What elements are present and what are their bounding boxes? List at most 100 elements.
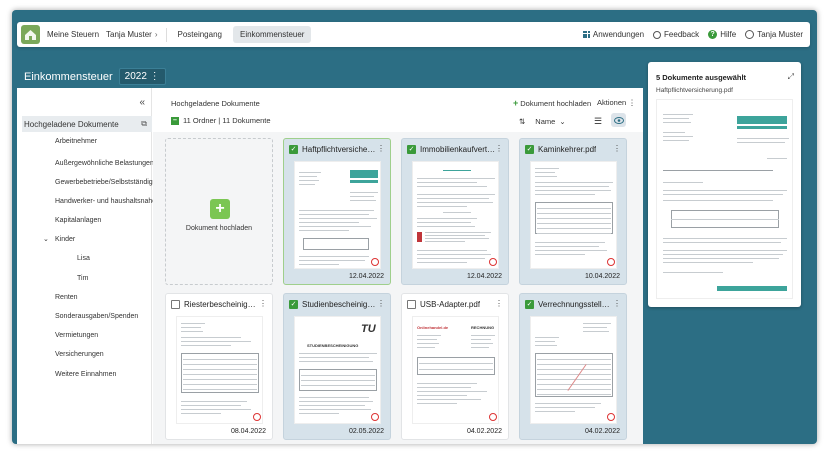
card-header: ✓ Immobilienkaufvertra...	[402, 139, 508, 159]
document-checkbox[interactable]: ✓	[525, 144, 534, 154]
section-title: Hochgeladene Dokumente	[171, 99, 260, 108]
upload-document-button[interactable]: + Dokument hochladen	[513, 98, 591, 108]
app-window: Meine Steuern Tanja Muster › Posteingang…	[12, 10, 817, 444]
document-card[interactable]: ✓ Verrechnungsstelle.pdf ⋮ 04.02.2022	[519, 293, 627, 440]
document-thumbnail: TU STUDIENBESCHEINIGUNG	[294, 316, 381, 424]
document-date: 04.02.2022	[466, 428, 502, 435]
help-button[interactable]: ? Hilfe	[708, 30, 736, 39]
top-navigation-bar: Meine Steuern Tanja Muster › Posteingang…	[17, 22, 810, 47]
breadcrumb-home[interactable]: Meine Steuern	[47, 30, 99, 39]
thumbnail-table	[417, 357, 495, 375]
sidebar-item[interactable]: Arbeitnehmer	[55, 133, 97, 149]
question-mark-icon: ?	[708, 30, 718, 39]
sort-label: Name	[535, 117, 556, 126]
sidebar-item[interactable]: Tim	[77, 270, 88, 286]
preview-toggle-button[interactable]	[611, 113, 626, 127]
card-header: ✓ Studienbescheinigun...	[284, 294, 390, 314]
year-selector[interactable]: 2022 ⋮	[118, 68, 166, 85]
more-options-icon[interactable]: ⋮	[495, 299, 503, 308]
collapse-sidebar-icon[interactable]: «	[139, 97, 145, 108]
feedback-label: Feedback	[664, 30, 700, 39]
document-checkbox[interactable]: ✓	[525, 299, 534, 309]
more-options-icon[interactable]: ⋮	[613, 299, 621, 308]
sidebar-item[interactable]: Gewerbebetriebe/Selbstständigk...	[55, 174, 162, 190]
document-checkbox[interactable]	[407, 299, 416, 309]
plus-icon: +	[513, 98, 519, 108]
sidebar-item[interactable]: Außergewöhnliche Belastungen	[55, 155, 154, 171]
list-view-icon[interactable]: ☰	[594, 116, 602, 127]
document-title: Studienbescheinigun...	[302, 299, 378, 309]
sidebar-item[interactable]: Renten	[55, 289, 78, 305]
tab-posteingang[interactable]: Posteingang	[171, 26, 229, 43]
sidebar-item[interactable]: Hochgeladene Dokumente ⧉	[22, 116, 152, 132]
sort-control[interactable]: ⇅ Name ⌄	[519, 117, 566, 126]
more-options-icon[interactable]: ⋮	[495, 144, 503, 153]
document-checkbox[interactable]: ✓	[407, 144, 416, 154]
more-options-icon[interactable]: ⋮	[613, 144, 621, 153]
shop-name: Onlinehandel.de	[417, 325, 449, 330]
upload-document-label: Dokument hochladen	[520, 98, 592, 108]
sidebar-item-label: Sonderausgaben/Spenden	[55, 312, 139, 320]
card-header: ✓ Kaminkehrer.pdf	[520, 139, 626, 159]
document-thumbnail: Onlinehandel.de RECHNUNG	[412, 316, 499, 424]
upload-dropzone[interactable]: + Dokument hochladen	[165, 138, 273, 285]
document-card[interactable]: ✓ Haftpflichtversicherun... ⋮ 12.04.2022	[283, 138, 391, 285]
document-checkbox[interactable]	[171, 299, 180, 309]
document-checkbox[interactable]: ✓	[289, 144, 298, 154]
document-title: Kaminkehrer.pdf	[538, 144, 597, 154]
pdf-stamp-icon	[489, 258, 497, 266]
breadcrumb-user[interactable]: Tanja Muster	[106, 30, 152, 39]
app-logo[interactable]	[21, 25, 40, 44]
document-date: 08.04.2022	[230, 428, 266, 435]
sidebar-item[interactable]: Sonderausgaben/Spenden	[55, 308, 138, 324]
sidebar-item[interactable]: Lisa	[77, 250, 90, 266]
sidebar-item[interactable]: Kapitalanlagen	[55, 212, 101, 228]
thumbnail-table	[303, 238, 369, 250]
document-card[interactable]: ✓ Kaminkehrer.pdf ⋮ 10.04.2022	[519, 138, 627, 285]
document-date: 04.02.2022	[584, 428, 620, 435]
apps-label: Anwendungen	[592, 30, 645, 39]
document-checkbox[interactable]: ✓	[289, 299, 298, 309]
sidebar-item[interactable]: Versicherungen	[55, 346, 104, 362]
invoice-heading: RECHNUNG	[471, 325, 495, 330]
expand-icon[interactable]: ⤢	[788, 72, 794, 82]
documents-area: Hochgeladene Dokumente + Dokument hochla…	[153, 88, 643, 444]
document-card[interactable]: ✓ Studienbescheinigun... ⋮ TU STUDIENBESCHEI…	[283, 293, 391, 440]
sidebar-item-label: Renten	[55, 293, 78, 301]
sidebar-item-label: Handwerker- und haushaltsnahe ...	[55, 197, 164, 205]
card-header: ✓ Verrechnungsstelle.pdf	[520, 294, 626, 314]
more-options-icon[interactable]: ⋮	[377, 299, 385, 308]
sidebar-item[interactable]: Vermietungen	[55, 327, 98, 343]
preview-title: 5 Dokumente ausgewählt	[656, 73, 747, 82]
documents-toolbar: Hochgeladene Dokumente + Dokument hochla…	[153, 88, 643, 132]
actions-label: Aktionen	[597, 98, 627, 107]
sidebar-item[interactable]: Handwerker- und haushaltsnahe ...	[55, 193, 164, 209]
card-header: ✓ Haftpflichtversicherun...	[284, 139, 390, 159]
document-card[interactable]: Riesterbescheinigung... ⋮ 08.04.2022	[165, 293, 273, 440]
document-title: Verrechnungsstelle.pdf	[538, 299, 614, 309]
chevron-right-icon: ›	[154, 30, 158, 39]
document-title: Riesterbescheinigung...	[184, 299, 260, 309]
document-thumbnail	[176, 316, 263, 424]
chevron-down-icon[interactable]: ⌄	[43, 235, 49, 243]
more-options-icon[interactable]: ⋮	[259, 299, 267, 308]
tab-einkommensteuer[interactable]: Einkommensteuer	[232, 26, 312, 43]
deselect-all-checkbox[interactable]: –	[171, 116, 179, 125]
chevron-down-icon: ⌄	[559, 117, 566, 126]
sidebar-item[interactable]: ⌄ Kinder	[43, 231, 75, 247]
document-date: 02.05.2022	[348, 428, 384, 435]
sidebar-item[interactable]: Weitere Einnahmen	[55, 366, 116, 382]
document-card[interactable]: ✓ Immobilienkaufvertra... ⋮ 12.04.2022	[401, 138, 509, 285]
sidebar-item-label: Lisa	[77, 254, 90, 262]
sort-icon: ⇅	[519, 117, 526, 126]
copy-icon[interactable]: ⧉	[141, 119, 147, 129]
user-menu-button[interactable]: Tanja Muster	[745, 30, 803, 39]
count-indicator: – 11 Ordner | 11 Dokumente	[171, 116, 271, 125]
document-thumbnail	[294, 161, 381, 269]
document-card[interactable]: USB-Adapter.pdf ⋮ Onlinehandel.de RECHNUNG 0…	[401, 293, 509, 440]
feedback-button[interactable]: Feedback	[653, 30, 699, 39]
more-options-icon[interactable]: ⋮	[377, 144, 385, 153]
apps-button[interactable]: Anwendungen	[582, 30, 645, 39]
card-header: USB-Adapter.pdf	[402, 294, 508, 314]
actions-menu-button[interactable]: Aktionen ⋮	[597, 98, 636, 107]
